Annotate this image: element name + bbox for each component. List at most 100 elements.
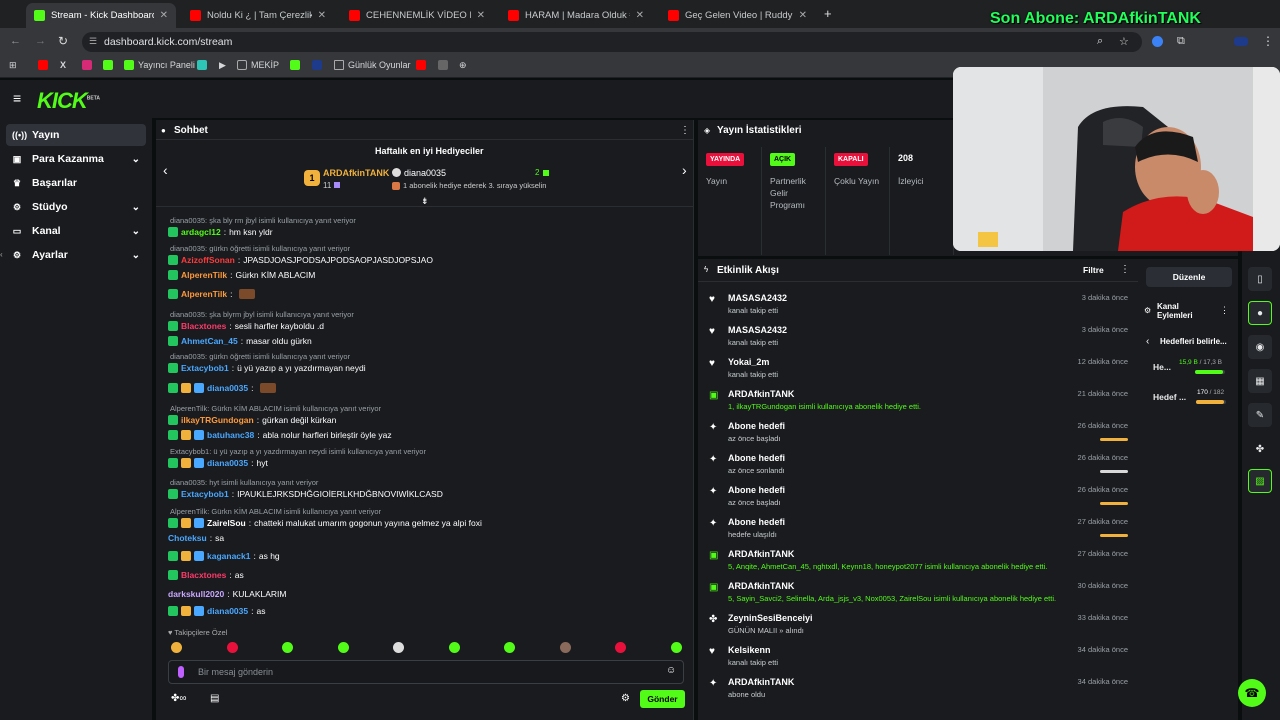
chat-username[interactable]: Extacybob1 — [181, 489, 229, 499]
activity-event[interactable]: ✤ ZeyninSesiBenceiyi GÜNÜN MALII » alındı 3… — [708, 613, 1128, 643]
profile-avatar[interactable] — [1234, 37, 1248, 46]
emote-icon[interactable] — [504, 642, 515, 653]
x-icon[interactable]: X — [60, 60, 66, 70]
emote-icon[interactable] — [559, 642, 571, 653]
extension-icon[interactable] — [1152, 36, 1163, 47]
close-tab-icon[interactable]: ✕ — [318, 10, 326, 21]
chat-username[interactable]: ardagcl12 — [181, 227, 221, 237]
emote-icon[interactable] — [670, 642, 682, 653]
emote-icon[interactable] — [448, 642, 460, 653]
close-tab-icon[interactable]: ✕ — [636, 10, 644, 21]
activity-event[interactable]: ✦ Abone hedefi az önce başladı 26 dakika ön… — [708, 485, 1128, 515]
close-tab-icon[interactable]: ✕ — [477, 10, 485, 21]
emote-icon[interactable] — [615, 642, 626, 653]
extensions-puzzle-icon[interactable]: ⧉ — [1177, 35, 1185, 48]
sidebar-item[interactable]: ⚙ Stüdyo ⌄ — [6, 196, 146, 218]
forward-icon[interactable]: → — [35, 35, 46, 47]
filter-button[interactable]: Filtre — [1083, 265, 1104, 275]
zoom-icon[interactable]: ⌕ — [1097, 35, 1103, 48]
instagram-icon[interactable] — [82, 60, 92, 70]
browser-tab[interactable]: HARAM | Madara Olduk #580 - ✕ — [500, 3, 652, 28]
chat-menu-icon[interactable]: ⋮ — [680, 125, 690, 136]
activity-event[interactable]: ▣ ARDAfkinTANK 5, Sayin_Savci2, Selinella,… — [708, 581, 1128, 611]
chat-bubble-icon[interactable]: ● — [1248, 301, 1272, 325]
chat-username[interactable]: kaganack1 — [207, 551, 250, 561]
goal-label[interactable]: He... — [1153, 362, 1171, 372]
chat-username[interactable]: ilkayTRGundogan — [181, 415, 254, 425]
kicks-icon[interactable]: ✤∞ — [171, 693, 187, 704]
sidebar-item[interactable]: ⚙ Ayarlar ⌄ — [6, 244, 146, 266]
browser-tab[interactable]: Geç Gelen Video | Ruddy - You ✕ — [660, 3, 815, 28]
emoji-icon[interactable]: ☺ — [666, 665, 676, 676]
youtube-icon[interactable] — [416, 60, 426, 70]
sidebar-item[interactable]: ▭ Kanal ⌄ — [6, 220, 146, 242]
goal-label[interactable]: Hedef ... — [1153, 392, 1186, 402]
chat-username[interactable]: Blacxtones — [181, 570, 226, 580]
app-icon[interactable] — [197, 60, 207, 70]
store-icon[interactable]: ▤ — [210, 693, 219, 704]
chat-username[interactable]: Choteksu — [168, 533, 207, 543]
bookmark-gunluk-oyunlar[interactable]: Günlük Oyunlar — [334, 60, 411, 70]
chat-username[interactable]: darkskull2020 — [168, 589, 224, 599]
page-icon[interactable]: ▯ — [1248, 267, 1272, 291]
chat-username[interactable]: diana0035 — [207, 606, 248, 616]
bookmark-yayinci-paneli[interactable]: Yayıncı Paneli — [124, 60, 195, 70]
chat-username[interactable]: diana0035 — [207, 458, 248, 468]
sidebar-item[interactable]: ((•)) Yayın — [6, 124, 146, 146]
browser-tab[interactable]: Noldu Ki ¿ | Tam Çerezlik | #248 ✕ — [182, 3, 334, 28]
chat-username[interactable]: AlperenTilk — [181, 289, 227, 299]
chat-username[interactable]: diana0035 — [207, 383, 248, 393]
activity-event[interactable]: ♥ Yokai_2m kanalı takip etti 12 dakika önce — [708, 357, 1128, 387]
app-icon[interactable] — [438, 60, 448, 70]
back-icon[interactable]: ← — [10, 35, 21, 47]
kick-icon[interactable] — [103, 60, 113, 70]
close-tab-icon[interactable]: ✕ — [799, 10, 807, 21]
activity-event[interactable]: ✦ ARDAfkinTANK abone oldu 34 dakika önce — [708, 677, 1128, 707]
gifters-next-icon[interactable]: › — [682, 162, 687, 178]
browser-tab[interactable]: CEHENNEMLİK VİDEO FENA | ✕ — [341, 3, 493, 28]
activity-menu-icon[interactable]: ⋮ — [1120, 264, 1130, 275]
apps-grid-icon[interactable]: ⊞ — [9, 60, 17, 71]
collapse-icon[interactable]: ‹ — [0, 250, 3, 259]
gifters-prev-icon[interactable]: ‹ — [163, 162, 168, 178]
activity-event[interactable]: ✦ Abone hedefi az önce sonlandı 26 dakika ö… — [708, 453, 1128, 483]
menu-dots-icon[interactable]: ⋮ — [1262, 34, 1274, 48]
wrench-icon[interactable]: ✎ — [1248, 403, 1272, 427]
top-gifter-name[interactable]: ARDAfkinTANK — [323, 168, 389, 178]
sidebar-item[interactable]: ▣ Para Kazanma ⌄ — [6, 148, 146, 170]
send-button[interactable]: Gönder — [640, 690, 685, 708]
emote-icon[interactable] — [226, 642, 238, 653]
youtube-icon[interactable] — [38, 60, 48, 70]
chat-username[interactable]: batuhanc38 — [207, 430, 254, 440]
help-button[interactable]: ☎ — [1238, 679, 1266, 707]
close-tab-icon[interactable]: ✕ — [160, 10, 168, 21]
emote-icon[interactable] — [393, 642, 404, 653]
site-info-icon[interactable]: ☰ — [89, 36, 97, 47]
bookmark-star-icon[interactable]: ☆ — [1119, 35, 1129, 48]
mic-icon[interactable] — [178, 666, 184, 678]
emote-icon[interactable] — [171, 642, 182, 653]
edit-button[interactable]: Düzenle — [1146, 267, 1232, 287]
chat-username[interactable]: ZairelSou — [207, 518, 246, 528]
activity-event[interactable]: ♥ Kelsikenn kanalı takip etti 34 dakika önc… — [708, 645, 1128, 675]
new-tab-button[interactable]: + — [824, 6, 832, 21]
bookmark-mekip[interactable]: MEKİP — [237, 60, 279, 70]
emote-icon[interactable] — [337, 642, 349, 653]
kick-logo[interactable]: KICKBETA — [37, 88, 100, 114]
emote-icon[interactable] — [282, 642, 293, 653]
back-icon[interactable]: ‹ — [1146, 336, 1149, 347]
broadcast-icon[interactable]: ◉ — [1248, 335, 1272, 359]
chat-settings-icon[interactable]: ⚙ — [621, 693, 630, 704]
chat-username[interactable]: Blacxtones — [181, 321, 226, 331]
kick-icon[interactable] — [290, 60, 300, 70]
chat-username[interactable]: AlperenTilk — [181, 270, 227, 280]
kicks-icon[interactable]: ✤ — [1248, 437, 1272, 461]
chat-username[interactable]: AzizoffSonan — [181, 255, 235, 265]
activity-event[interactable]: ✦ Abone hedefi az önce başladı 26 dakika ön… — [708, 421, 1128, 451]
chat-username[interactable]: AhmetCan_45 — [181, 336, 238, 346]
chat-input[interactable]: Bir mesaj gönderin ☺ — [168, 660, 684, 684]
sidebar-item[interactable]: ♛ Başarılar — [6, 172, 146, 194]
bookmark-icon[interactable] — [312, 60, 322, 70]
activity-event[interactable]: ♥ MASASA2432 kanalı takip etti 3 dakika önc… — [708, 325, 1128, 355]
activity-event[interactable]: ▣ ARDAfkinTANK 1, ilkayTRGundogan isimli k… — [708, 389, 1128, 419]
